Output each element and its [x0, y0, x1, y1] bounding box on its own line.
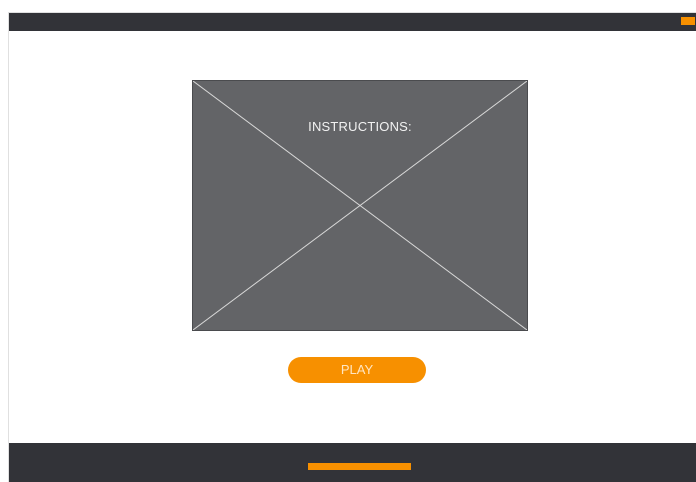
app-window: INSTRUCTIONS: PLAY [9, 13, 696, 482]
top-indicator[interactable] [681, 17, 695, 25]
instructions-label: INSTRUCTIONS: [308, 119, 412, 134]
play-button[interactable]: PLAY [288, 357, 426, 383]
bottom-bar [9, 443, 696, 482]
top-bar [9, 13, 696, 31]
main-content: INSTRUCTIONS: PLAY [9, 31, 696, 443]
bottom-indicator[interactable] [308, 463, 411, 470]
instructions-panel: INSTRUCTIONS: [192, 80, 528, 331]
